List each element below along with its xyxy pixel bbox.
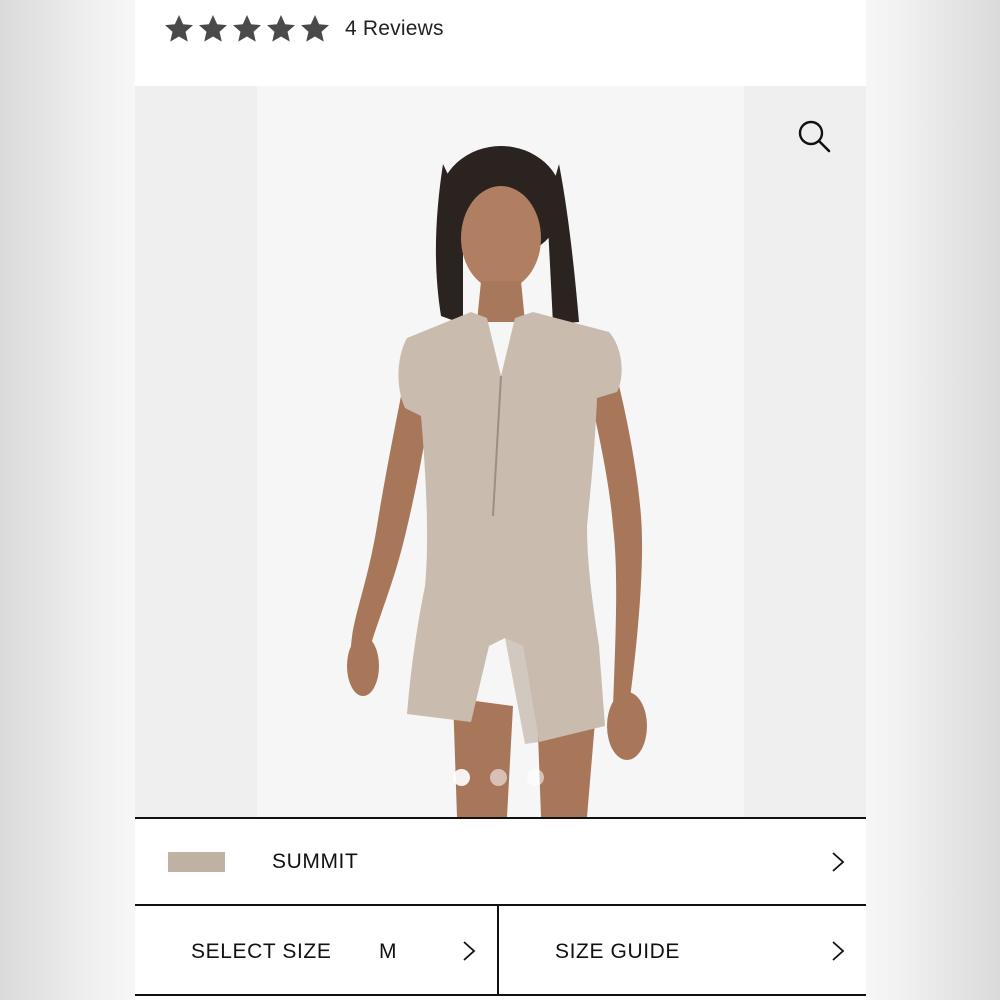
carousel-dot[interactable] [527,769,544,786]
select-size-button[interactable]: SELECT SIZE M [135,906,499,996]
star-icon [199,15,227,42]
star-icon [165,15,193,42]
product-page: 4 Reviews SUMMIT SELECT SIZE M SIZE GUID… [135,0,866,1000]
size-guide-label: SIZE GUIDE [555,940,681,963]
carousel-dot[interactable] [490,769,507,786]
colour-label: SUMMIT [272,850,359,873]
chevron-right-icon [832,941,845,961]
star-rating [163,13,331,45]
size-options-row: SELECT SIZE M SIZE GUIDE [135,906,866,1000]
selected-size-value: M [379,940,397,963]
search-icon [798,120,831,153]
model-figure-illustration [347,146,647,817]
carousel-dots [453,769,544,786]
colour-swatch [168,852,225,872]
chevron-right-icon [832,852,845,872]
size-guide-button[interactable]: SIZE GUIDE [499,906,866,996]
zoom-button[interactable] [792,114,836,158]
colour-selector[interactable]: SUMMIT [135,817,866,906]
select-size-label: SELECT SIZE [191,940,332,963]
rating-summary[interactable]: 4 Reviews [163,10,444,48]
product-image-gallery[interactable] [135,86,866,817]
carousel-dot[interactable] [453,769,470,786]
star-icon [267,15,295,42]
star-icon [233,15,261,42]
star-icon [301,15,329,42]
product-photo[interactable] [257,86,744,817]
chevron-right-icon [463,941,476,961]
reviews-link[interactable]: 4 Reviews [345,17,444,41]
